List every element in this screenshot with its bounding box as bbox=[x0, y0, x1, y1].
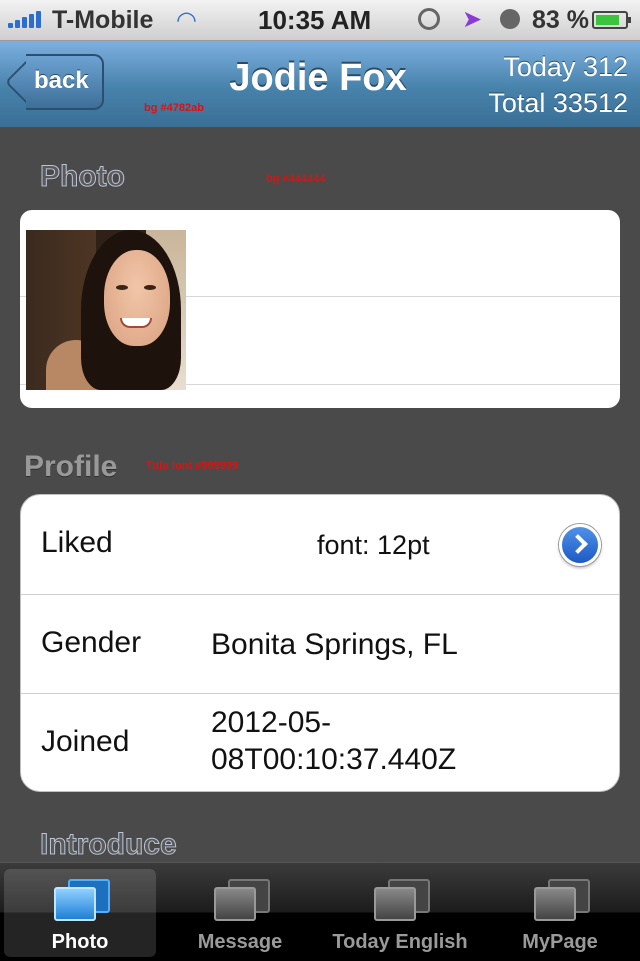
tab-mypage[interactable]: MyPage bbox=[484, 869, 636, 957]
battery-icon bbox=[592, 11, 631, 29]
signal-icon bbox=[8, 11, 48, 28]
row-label: Liked bbox=[41, 526, 113, 559]
tab-label: Photo bbox=[51, 931, 109, 953]
message-tab-icon bbox=[214, 879, 270, 921]
photo-card bbox=[20, 210, 620, 408]
row-value-line: 2012-05- bbox=[211, 706, 332, 739]
profile-photo[interactable] bbox=[26, 230, 186, 390]
today-english-tab-icon bbox=[374, 879, 430, 921]
battery-percent: 83 % bbox=[532, 6, 589, 34]
total-count: Total 33512 bbox=[488, 88, 628, 118]
rotation-lock-icon bbox=[418, 8, 440, 30]
profile-card: Liked font: 12pt Gender Bonita Springs, … bbox=[20, 494, 620, 792]
tab-label: Today English bbox=[332, 931, 468, 953]
location-icon: ➤ bbox=[462, 6, 483, 33]
row-value-line: 08T00:10:37.440Z bbox=[211, 743, 457, 776]
tab-label: Message bbox=[197, 931, 283, 953]
tab-label: MyPage bbox=[522, 931, 598, 953]
back-button[interactable]: back bbox=[4, 53, 106, 112]
photo-tab-icon bbox=[54, 879, 110, 921]
visit-stats: Today 312 Total 33512 bbox=[488, 49, 628, 121]
wifi-icon: ◠ bbox=[176, 7, 197, 34]
row-value: Bonita Springs, FL bbox=[211, 628, 458, 661]
profile-row-gender: Gender Bonita Springs, FL bbox=[21, 594, 619, 694]
introduce-section-title: Introduce bbox=[40, 828, 178, 862]
navigation-bar: back Jodie Fox Today 312 Total 33512 bg … bbox=[0, 41, 640, 128]
row-label: Gender bbox=[41, 626, 142, 659]
chevron-right-icon[interactable] bbox=[559, 524, 601, 566]
status-bar: T-Mobile ◠ 10:35 AM ➤ 83 % bbox=[0, 0, 640, 41]
today-count: Today 312 bbox=[503, 52, 628, 82]
profile-section-title: Profile bbox=[24, 450, 118, 483]
alarm-icon bbox=[500, 9, 520, 29]
tab-today-english[interactable]: Today English bbox=[322, 869, 478, 957]
page-title: Jodie Fox bbox=[229, 57, 407, 99]
back-button-label: back bbox=[34, 67, 89, 94]
battery-fill bbox=[596, 15, 619, 25]
tab-bar: Photo Message Today English MyPage bbox=[0, 862, 640, 961]
mypage-tab-icon bbox=[534, 879, 590, 921]
photo-section-title: Photo bbox=[40, 160, 126, 194]
nav-bg-annotation: bg #4782ab bbox=[144, 102, 204, 114]
row-label: Joined bbox=[41, 725, 130, 758]
row-value: font: 12pt bbox=[317, 530, 430, 560]
profile-row-joined: Joined 2012-05- 08T00:10:37.440Z bbox=[21, 693, 619, 791]
tab-message[interactable]: Message bbox=[164, 869, 316, 957]
content-bg-annotation: bg #444444 bbox=[266, 173, 326, 185]
carrier-name: T-Mobile bbox=[52, 6, 154, 34]
row-value: 2012-05- 08T00:10:37.440Z bbox=[211, 704, 456, 778]
title-font-annotation: Title font #999999 bbox=[146, 460, 239, 472]
tab-photo[interactable]: Photo bbox=[4, 869, 156, 957]
status-time: 10:35 AM bbox=[258, 5, 372, 35]
profile-row-liked[interactable]: Liked font: 12pt bbox=[21, 495, 619, 594]
